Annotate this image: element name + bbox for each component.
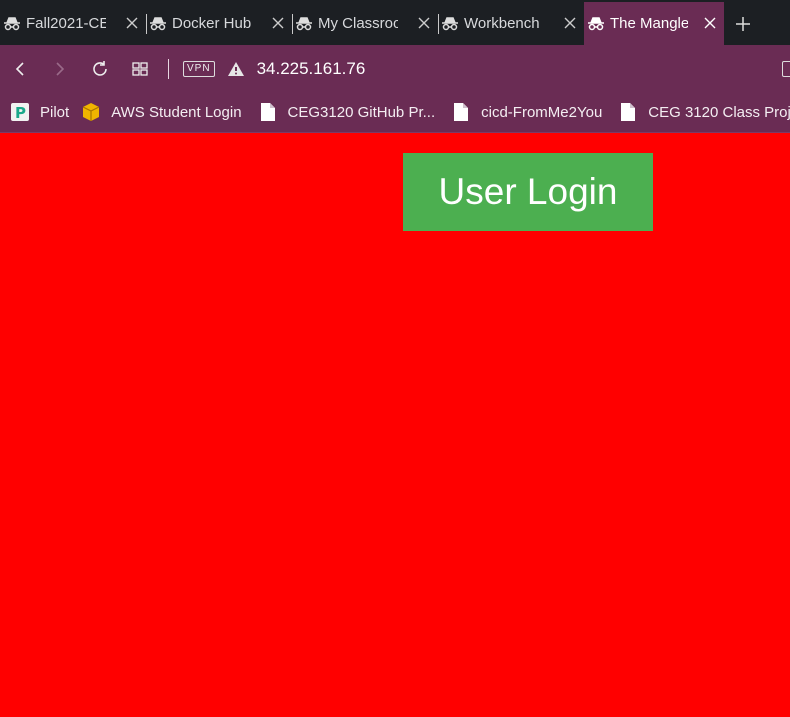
close-icon[interactable] <box>702 15 718 31</box>
tab-my-classroom[interactable]: My Classroo <box>292 2 439 45</box>
file-icon <box>618 102 638 122</box>
forward-button[interactable] <box>40 45 80 92</box>
chevron-left-icon <box>15 61 24 76</box>
close-icon[interactable] <box>416 15 432 31</box>
plus-icon <box>736 16 750 31</box>
incognito-icon <box>442 16 458 30</box>
svg-text:P: P <box>15 104 26 122</box>
bookmark-pilot[interactable]: P Pilot <box>10 102 69 122</box>
reload-button[interactable] <box>80 45 120 92</box>
pilot-icon: P <box>10 102 30 122</box>
tab-the-mangle[interactable]: The Mangle <box>584 2 724 45</box>
bookmark-label: AWS Student Login <box>111 103 242 121</box>
url-field[interactable]: 34.225.161.76 <box>257 59 366 79</box>
bookmarks-bar: P Pilot AWS Student Login CEG3120 GitHub… <box>0 92 790 133</box>
bookmark-label: CEG 3120 Class Proj... <box>648 103 790 121</box>
close-icon[interactable] <box>270 15 286 31</box>
warning-icon[interactable] <box>227 61 245 77</box>
bookmark-cicd-fromme2you[interactable]: cicd-FromMe2You <box>451 102 602 122</box>
incognito-icon <box>588 16 604 30</box>
address-bar: VPN 34.225.161.76 <box>0 45 790 92</box>
bookmark-ceg3120-github[interactable]: CEG3120 GitHub Pr... <box>258 102 436 122</box>
file-icon <box>451 102 471 122</box>
box-icon <box>81 102 101 122</box>
page-content: User Login <box>0 133 790 717</box>
close-icon[interactable] <box>562 15 578 31</box>
tab-fall2021[interactable]: Fall2021-CE( <box>0 2 147 45</box>
speed-dial-button[interactable] <box>120 45 160 92</box>
tab-workbench[interactable]: Workbench <box>438 2 584 45</box>
new-tab-button[interactable] <box>730 2 756 45</box>
bookmark-ceg3120-class-proj[interactable]: CEG 3120 Class Proj... <box>618 102 790 122</box>
tab-label: Docker Hub <box>172 15 252 32</box>
bookmark-label: cicd-FromMe2You <box>481 103 603 121</box>
reload-icon <box>93 60 107 76</box>
chevron-right-icon <box>56 61 65 76</box>
user-login-button[interactable]: User Login <box>403 153 653 231</box>
bookmark-label: CEG3120 GitHub Pr... <box>287 103 436 121</box>
bookmark-label: Pilot <box>40 103 70 121</box>
tab-label: Workbench <box>464 15 540 32</box>
tab-docker-hub[interactable]: Docker Hub <box>146 2 293 45</box>
incognito-icon <box>4 16 20 30</box>
close-icon[interactable] <box>124 15 140 31</box>
bookmark-aws-student-login[interactable]: AWS Student Login <box>81 102 242 122</box>
tab-label: My Classroo <box>318 15 398 32</box>
incognito-icon <box>150 16 166 30</box>
file-icon <box>258 102 278 122</box>
vpn-badge[interactable]: VPN <box>183 60 215 77</box>
divider <box>168 58 169 79</box>
back-button[interactable] <box>0 45 40 92</box>
tab-label: The Mangle <box>610 15 688 32</box>
grid-icon <box>132 61 148 76</box>
tab-label: Fall2021-CE( <box>26 15 106 32</box>
panel-toggle-icon[interactable] <box>782 61 790 77</box>
tab-strip: Fall2021-CE( Docker Hub My Classroo Work… <box>0 0 790 45</box>
incognito-icon <box>296 16 312 30</box>
